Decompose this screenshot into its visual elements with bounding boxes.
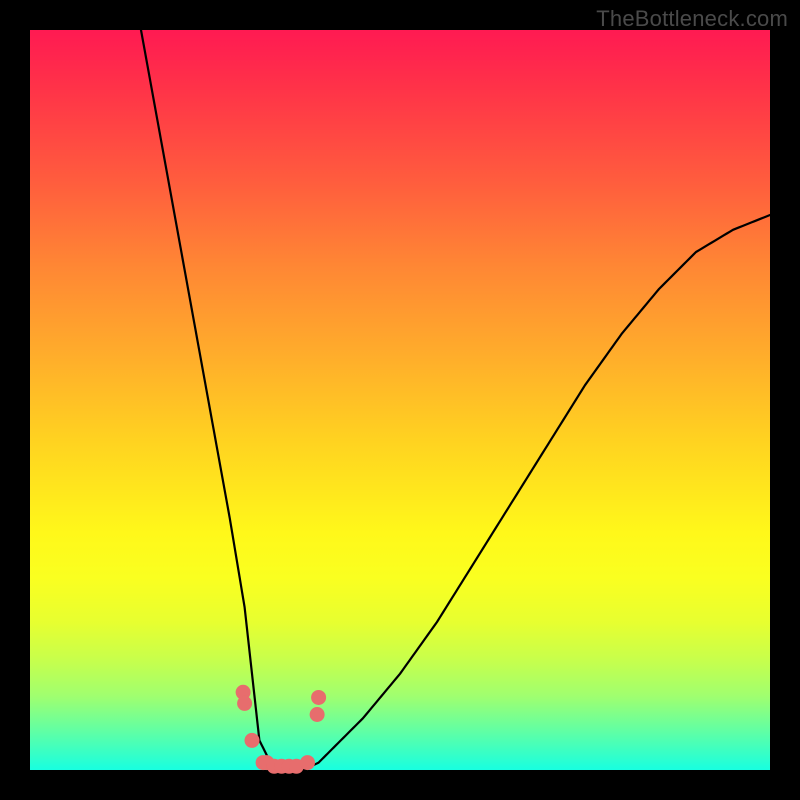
bottleneck-curve xyxy=(141,30,770,770)
chart-overlay xyxy=(30,30,770,770)
bottleneck-point xyxy=(310,707,325,722)
bottleneck-point xyxy=(237,696,252,711)
bottleneck-point xyxy=(245,733,260,748)
chart-frame: TheBottleneck.com xyxy=(0,0,800,800)
bottleneck-point xyxy=(300,755,315,770)
bottleneck-point xyxy=(311,690,326,705)
bottleneck-points-group xyxy=(236,685,326,774)
watermark-text: TheBottleneck.com xyxy=(596,6,788,32)
